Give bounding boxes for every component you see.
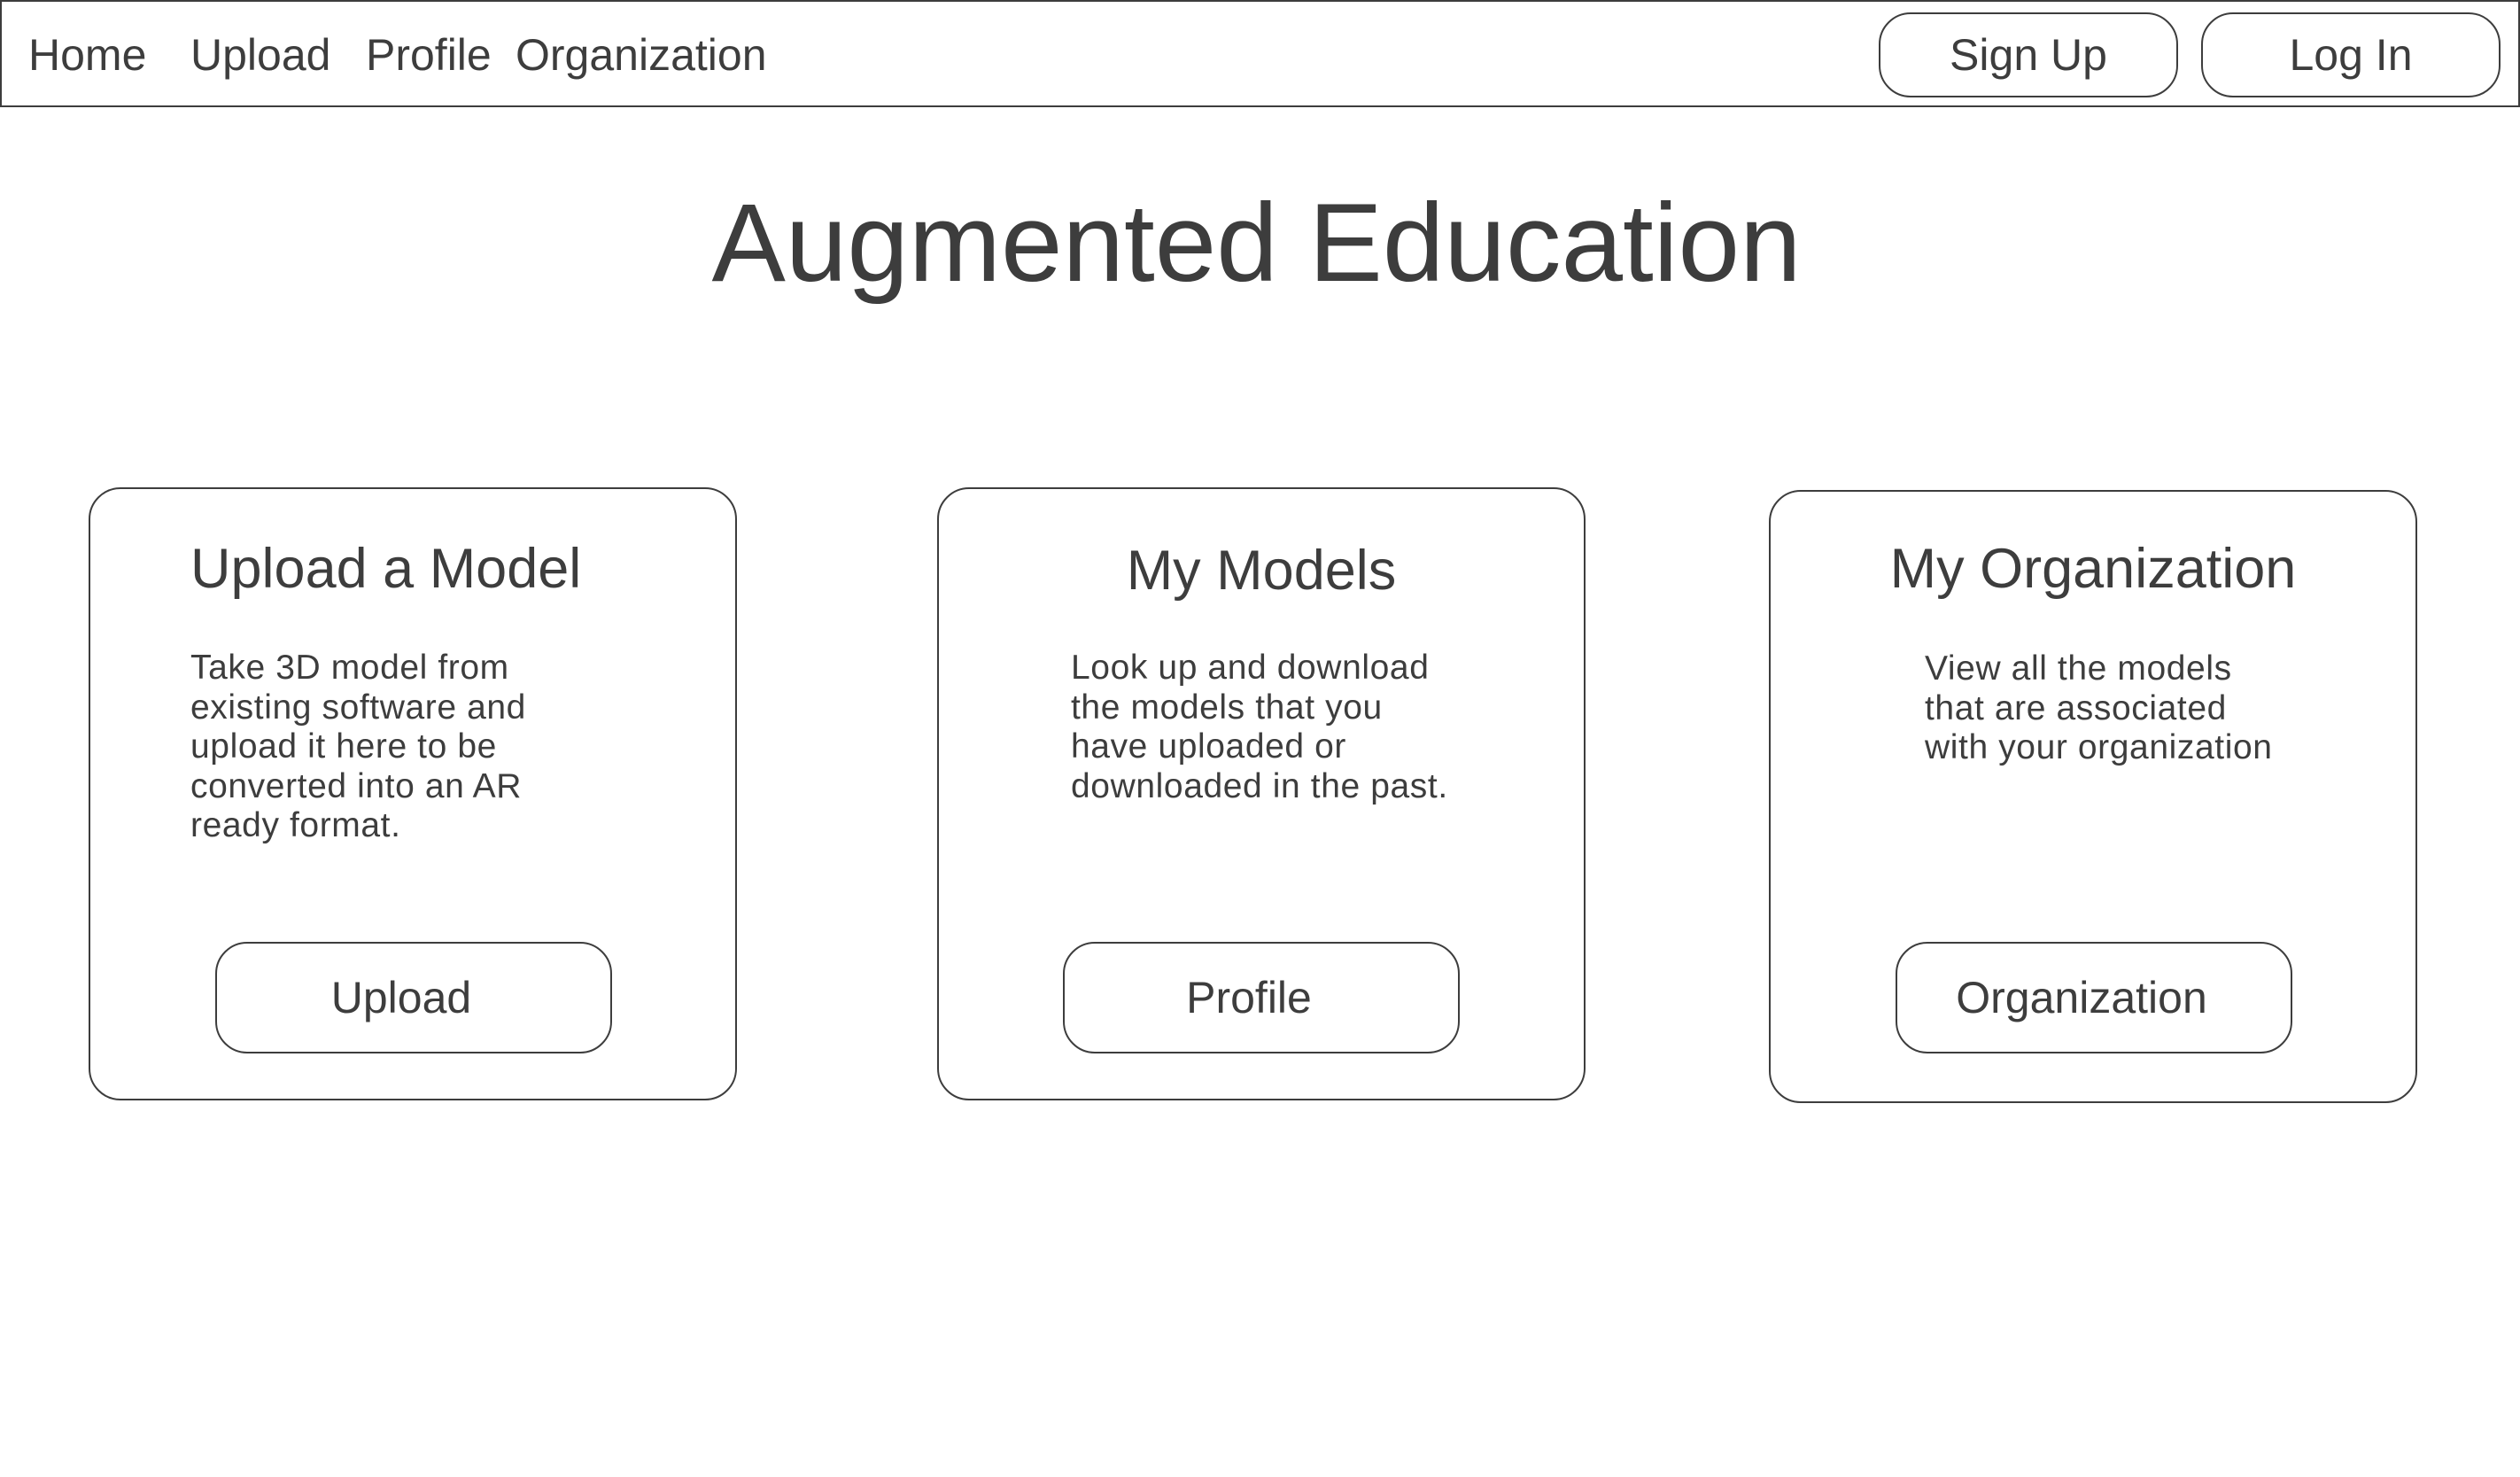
my-organization-card: My Organization View all the models that… — [1769, 490, 2417, 1103]
card-title: Upload a Model — [190, 538, 582, 600]
nav-link-profile[interactable]: Profile — [366, 28, 492, 82]
upload-button[interactable]: Upload — [215, 942, 612, 1053]
page-title: Augmented Education — [0, 182, 2520, 306]
top-nav-bar: Home Upload Profile Organization Sign Up… — [0, 0, 2520, 107]
nav-link-home[interactable]: Home — [28, 28, 146, 82]
log-in-button[interactable]: Log In — [2201, 12, 2501, 97]
organization-button[interactable]: Organization — [1896, 942, 2292, 1053]
sign-up-button[interactable]: Sign Up — [1879, 12, 2178, 97]
card-title: My Models — [1126, 540, 1397, 602]
my-models-card: My Models Look up and download the model… — [937, 487, 1586, 1100]
profile-button[interactable]: Profile — [1063, 942, 1460, 1053]
profile-button-label: Profile — [1186, 973, 1312, 1022]
card-description: View all the models that are associated … — [1925, 649, 2273, 766]
organization-button-label: Organization — [1956, 973, 2207, 1022]
card-description: Take 3D model from existing software and… — [190, 649, 526, 844]
card-description: Look up and download the models that you… — [1071, 649, 1448, 805]
page-title-text: Augmented Education — [711, 182, 1802, 305]
nav-link-organization[interactable]: Organization — [516, 28, 767, 82]
card-title: My Organization — [1889, 538, 2297, 600]
upload-button-label: Upload — [330, 973, 472, 1022]
nav-link-upload[interactable]: Upload — [190, 28, 330, 82]
upload-model-card: Upload a Model Take 3D model from existi… — [89, 487, 737, 1100]
